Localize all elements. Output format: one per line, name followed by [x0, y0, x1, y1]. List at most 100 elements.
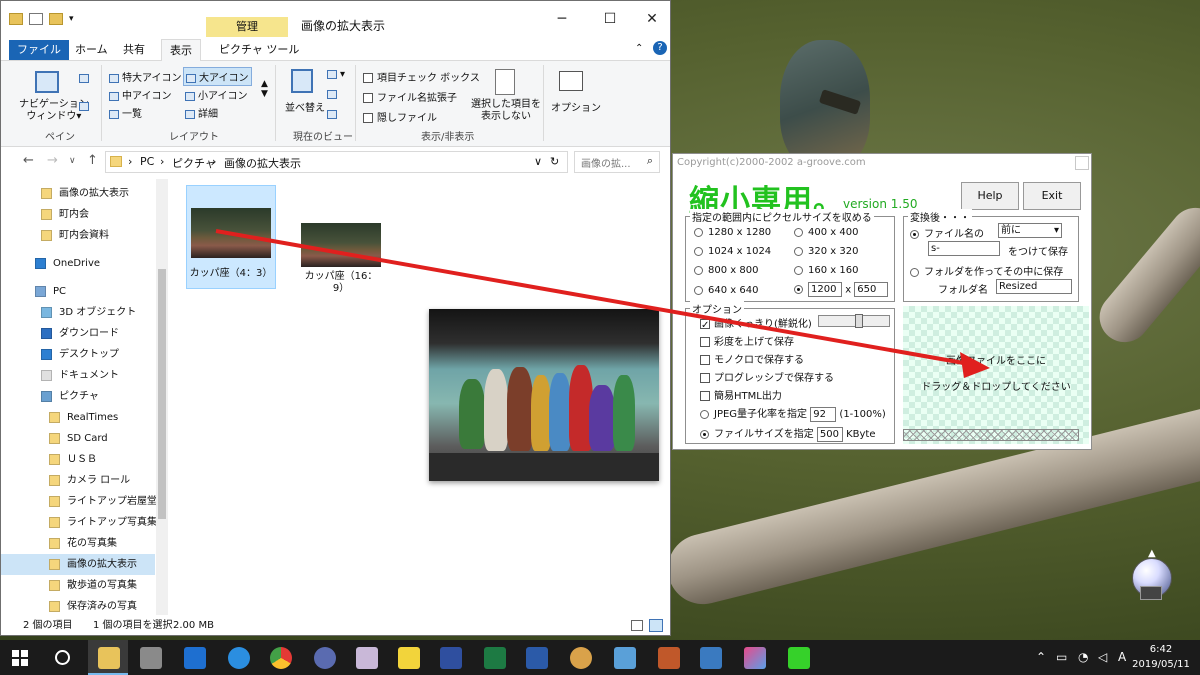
edge-icon[interactable]	[184, 647, 206, 669]
sidebar-item[interactable]: 町内会資料	[1, 225, 155, 246]
html-output-checkbox[interactable]: 簡易HTML出力	[700, 387, 782, 402]
sidebar-item[interactable]: ＵＳＢ	[1, 449, 155, 470]
size-option-1024[interactable]: 1024 x 1024	[694, 246, 771, 257]
file-extensions-option[interactable]: ファイル名拡張子	[363, 89, 457, 104]
filename-prefix-option[interactable]: ファイル名の	[910, 225, 984, 240]
details-view-icon[interactable]	[631, 620, 643, 631]
chrome-icon[interactable]	[270, 647, 292, 669]
sidebar-item[interactable]: PC	[1, 281, 155, 302]
item-checkboxes-option[interactable]: 項目チェック ボックス	[363, 69, 480, 84]
minimize-button[interactable]: ─	[547, 7, 577, 31]
group-by-icon[interactable]: ▾	[327, 69, 345, 80]
jpeg-quality-input[interactable]: 92	[810, 406, 837, 422]
sidebar-item[interactable]: SD Card	[1, 428, 155, 449]
create-folder-option[interactable]: フォルダを作ってその中に保存	[910, 263, 1063, 278]
progressive-checkbox[interactable]: プログレッシブで保存する	[700, 369, 834, 384]
size-option-custom[interactable]: 1200 x 650	[794, 282, 889, 297]
navigation-pane-icon[interactable]	[35, 71, 59, 93]
close-button[interactable]: ✕	[637, 7, 667, 31]
folder-icon[interactable]	[9, 13, 23, 25]
hide-selected-button[interactable]: 選択した項目を 表示しない	[471, 99, 541, 123]
manage-context-tab[interactable]: 管理	[206, 17, 288, 37]
size-option-1280[interactable]: 1280 x 1280	[694, 227, 771, 238]
layout-extra-large-icons[interactable]: 特大アイコン	[109, 69, 182, 84]
search-circle-icon[interactable]	[55, 650, 70, 665]
address-box[interactable]: › PC › ピクチャ › 画像の拡大表示 ∨ ↻	[105, 151, 568, 173]
layout-scroll-icon[interactable]: ▲ ▼	[261, 79, 268, 99]
help-button[interactable]: Help	[961, 182, 1019, 210]
file-item[interactable]: カッパ座（16：9）	[296, 185, 386, 295]
up-arrow-icon[interactable]: ↑	[87, 153, 98, 168]
size-option-160[interactable]: 160 x 160	[794, 265, 858, 276]
ime-indicator[interactable]: A	[1118, 650, 1126, 664]
tray-chevron-icon[interactable]: ⌃	[1036, 650, 1046, 664]
recent-locations-icon[interactable]: ∨	[69, 156, 76, 166]
breadcrumb-folder[interactable]: 画像の拡大表示	[224, 155, 301, 171]
toolbox-icon[interactable]	[658, 647, 680, 669]
maximize-button[interactable]: ☐	[595, 7, 625, 31]
sidebar-item[interactable]: RealTimes	[1, 407, 155, 428]
sidebar-item[interactable]: デスクトップ	[1, 344, 155, 365]
app-icon[interactable]	[440, 647, 462, 669]
sidebar-item[interactable]: 花の写真集	[1, 533, 155, 554]
sidebar-item[interactable]: 画像の拡大表示	[1, 554, 155, 575]
word-icon[interactable]	[526, 647, 548, 669]
layout-large-icons[interactable]: 大アイコン	[183, 67, 252, 86]
app-icon[interactable]	[356, 647, 378, 669]
options-button[interactable]: オプション	[551, 99, 601, 114]
size-columns-icon[interactable]	[327, 109, 340, 120]
excel-icon[interactable]	[484, 647, 506, 669]
size-option-320[interactable]: 320 x 320	[794, 246, 858, 257]
sidebar-item[interactable]: カメラ ロール	[1, 470, 155, 491]
sticky-notes-icon[interactable]	[398, 647, 420, 669]
sidebar-item[interactable]: 町内会	[1, 204, 155, 225]
sidebar-item[interactable]: 散歩道の写真集	[1, 575, 155, 596]
sharpen-checkbox[interactable]: ✓ 画像くっきり(鮮鋭化)	[700, 315, 812, 331]
globe-icon[interactable]	[314, 647, 336, 669]
tab-view[interactable]: 表示	[161, 39, 201, 61]
tab-file[interactable]: ファイル	[9, 40, 69, 60]
sidebar-item[interactable]: ライトアップ岩屋堂	[1, 491, 157, 512]
desktop-gadget[interactable]: ▲	[1126, 548, 1176, 604]
sidebar-item[interactable]: OneDrive	[1, 253, 155, 274]
resize-app-icon[interactable]	[788, 647, 810, 669]
jpeg-quality-option[interactable]: JPEG量子化率を指定 92 (1-100%)	[700, 405, 886, 422]
image-preview[interactable]	[429, 309, 659, 481]
app-close-button[interactable]	[1075, 156, 1089, 170]
filesize-option[interactable]: ファイルサイズを指定 500 KByte	[700, 425, 876, 442]
address-dropdown-icon[interactable]: ∨	[534, 155, 542, 168]
folder-name-input[interactable]: Resized	[996, 279, 1072, 294]
options-icon[interactable]	[559, 71, 583, 91]
internet-explorer-icon[interactable]	[228, 647, 250, 669]
saturation-checkbox[interactable]: 彩度を上げて保存	[700, 333, 794, 348]
tab-share[interactable]: 共有	[115, 39, 153, 61]
sidebar-item[interactable]: 3D オブジェクト	[1, 302, 155, 323]
file-explorer-icon[interactable]	[98, 647, 120, 669]
details-pane-icon[interactable]	[79, 101, 92, 112]
layout-small-icons[interactable]: 小アイコン	[185, 87, 248, 102]
nav-scrollbar[interactable]	[156, 179, 168, 615]
breadcrumb-pictures[interactable]: ピクチャ	[172, 155, 216, 171]
sharpen-slider[interactable]	[818, 314, 890, 328]
layout-medium-icons[interactable]: 中アイコン	[109, 87, 172, 102]
hide-selected-icon[interactable]	[495, 69, 515, 95]
hidden-items-option[interactable]: 隠しファイル	[363, 109, 437, 124]
wifi-icon[interactable]: ◔	[1078, 650, 1088, 664]
properties-icon[interactable]	[29, 13, 43, 25]
size-option-800[interactable]: 800 x 800	[694, 265, 758, 276]
large-icons-view-icon[interactable]	[649, 619, 663, 632]
sort-button[interactable]: 並べ替え	[285, 99, 325, 114]
sidebar-item[interactable]: 画像の拡大表示	[1, 183, 155, 204]
mono-checkbox[interactable]: モノクロで保存する	[700, 351, 804, 366]
start-icon[interactable]	[12, 650, 28, 666]
collapse-ribbon-icon[interactable]: ⌃	[635, 43, 643, 54]
tab-home[interactable]: ホーム	[67, 39, 116, 61]
breadcrumb-pc[interactable]: PC	[140, 155, 154, 168]
sidebar-item[interactable]: ドキュメント	[1, 365, 155, 386]
size-option-400[interactable]: 400 x 400	[794, 227, 858, 238]
paint-icon[interactable]	[570, 647, 592, 669]
search-icon[interactable]: ⌕	[647, 154, 653, 168]
custom-height-input[interactable]: 650	[854, 282, 889, 297]
app-icon[interactable]	[140, 647, 162, 669]
sort-icon[interactable]	[291, 69, 313, 93]
